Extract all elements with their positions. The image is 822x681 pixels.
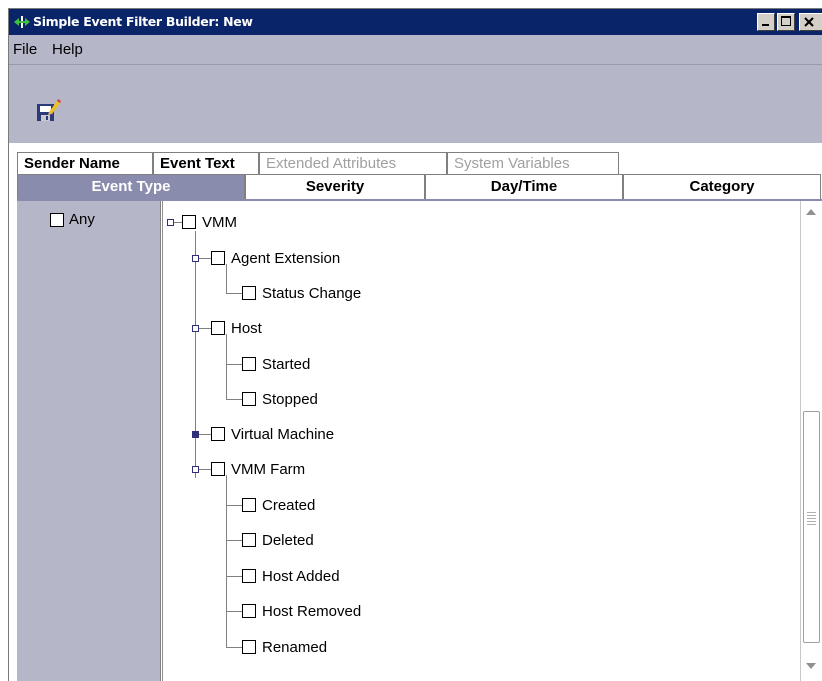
tree-checkbox[interactable] — [242, 357, 256, 371]
save-edit-icon[interactable] — [35, 98, 61, 124]
menu-help[interactable]: Help — [52, 41, 83, 58]
tree-checkbox[interactable] — [242, 498, 256, 512]
tree-node-label: Virtual Machine — [231, 425, 335, 443]
tree-node-label: Agent Extension — [231, 249, 341, 267]
grip-line — [807, 524, 816, 525]
tab-extended-attributes[interactable]: Extended Attributes — [259, 152, 447, 174]
tab-event-text[interactable]: Event Text — [153, 152, 259, 174]
tree-node-label: Started — [262, 355, 311, 373]
tab-system-variables[interactable]: System Variables — [447, 152, 619, 174]
scroll-thumb[interactable] — [803, 411, 820, 643]
tree-node-label: Created — [262, 496, 316, 514]
tree-expand-handle[interactable] — [192, 466, 199, 473]
maximize-icon — [781, 16, 791, 26]
tree-connector — [195, 231, 196, 478]
tree-node-host[interactable]: Host — [211, 319, 262, 337]
grip-line — [807, 515, 816, 516]
tree-node-stopped[interactable]: Stopped — [242, 390, 318, 408]
tree-connector — [226, 611, 242, 612]
tree-node-created[interactable]: Created — [242, 496, 315, 514]
tree-expand-handle[interactable] — [192, 255, 199, 262]
grip-line — [807, 512, 816, 513]
title-bar[interactable]: Simple Event Filter Builder: New — [9, 9, 822, 35]
event-type-panel: Any VMM Agent Extension Status Change Ho… — [17, 199, 822, 681]
tree-checkbox[interactable] — [211, 251, 225, 265]
any-option[interactable]: Any — [50, 211, 95, 228]
tree-node-host-removed[interactable]: Host Removed — [242, 602, 361, 620]
tree-connector — [226, 264, 227, 293]
tree-checkbox[interactable] — [211, 462, 225, 476]
tree-node-label: Host — [231, 319, 262, 337]
tree-connector — [226, 399, 242, 400]
tree-node-label: Stopped — [262, 390, 318, 408]
menu-file[interactable]: File — [13, 41, 37, 58]
tree-connector — [226, 576, 242, 577]
tree-connector — [226, 364, 242, 365]
tree-node-virtual-machine[interactable]: Virtual Machine — [211, 425, 334, 443]
tree-node-label: VMM — [202, 213, 237, 231]
tree-expand-handle[interactable] — [192, 431, 199, 438]
toolbar — [9, 65, 822, 143]
tree-checkbox[interactable] — [242, 533, 256, 547]
app-arrows-icon — [14, 16, 30, 28]
tree-checkbox[interactable] — [211, 321, 225, 335]
grip-line — [807, 521, 816, 522]
scroll-up-arrow-icon[interactable] — [806, 209, 816, 215]
tree-connector — [226, 475, 227, 647]
tab-day-time[interactable]: Day/Time — [425, 174, 623, 199]
tree-node-label: Host Removed — [262, 602, 362, 620]
tree-connector — [226, 505, 242, 506]
any-panel: Any — [17, 201, 161, 681]
window-title: Simple Event Filter Builder: New — [33, 14, 253, 29]
tree-node-status-change[interactable]: Status Change — [242, 284, 361, 302]
minimize-icon — [762, 24, 769, 26]
vertical-scrollbar[interactable] — [800, 201, 822, 681]
tree-node-agent-extension[interactable]: Agent Extension — [211, 249, 340, 267]
scroll-down-arrow-icon[interactable] — [806, 663, 816, 669]
grip-line — [807, 518, 816, 519]
tree-checkbox[interactable] — [242, 569, 256, 583]
tab-pane: Sender Name Event Text Extended Attribut… — [9, 143, 822, 681]
close-icon — [804, 17, 814, 27]
tree-checkbox[interactable] — [182, 215, 196, 229]
tree-expand-handle[interactable] — [167, 219, 174, 226]
tree-connector — [226, 293, 242, 294]
tab-event-type[interactable]: Event Type — [17, 174, 245, 199]
tree-node-label: Renamed — [262, 638, 328, 656]
close-button[interactable] — [799, 13, 822, 31]
tree-node-label: Status Change — [262, 284, 362, 302]
tree-node-label: Deleted — [262, 531, 314, 549]
maximize-button[interactable] — [777, 13, 795, 31]
tab-severity[interactable]: Severity — [245, 174, 425, 199]
window: Simple Event Filter Builder: New File He… — [8, 8, 822, 681]
tree-node-label: VMM Farm — [231, 460, 306, 478]
tree-node-vmm[interactable]: VMM — [182, 213, 237, 231]
tree-node-started[interactable]: Started — [242, 355, 310, 373]
tree-checkbox[interactable] — [242, 392, 256, 406]
tree-checkbox[interactable] — [242, 640, 256, 654]
event-type-tree: VMM Agent Extension Status Change Host S… — [162, 201, 801, 681]
tab-sender-name[interactable]: Sender Name — [17, 152, 153, 174]
any-checkbox[interactable] — [50, 212, 64, 227]
tree-node-label: Host Added — [262, 567, 340, 585]
tree-expand-handle[interactable] — [192, 325, 199, 332]
tree-connector — [226, 647, 242, 648]
tree-connector — [226, 540, 242, 541]
tree-checkbox[interactable] — [242, 604, 256, 618]
tree-connector — [226, 334, 227, 399]
tree-checkbox[interactable] — [211, 427, 225, 441]
tree-node-host-added[interactable]: Host Added — [242, 567, 340, 585]
menu-bar: File Help — [9, 35, 822, 65]
tree-node-vmm-farm[interactable]: VMM Farm — [211, 460, 305, 478]
tab-category[interactable]: Category — [623, 174, 821, 199]
tree-node-renamed[interactable]: Renamed — [242, 638, 327, 656]
minimize-button[interactable] — [757, 13, 775, 31]
tree-checkbox[interactable] — [242, 286, 256, 300]
any-label: Any — [69, 211, 95, 228]
tree-node-deleted[interactable]: Deleted — [242, 531, 314, 549]
